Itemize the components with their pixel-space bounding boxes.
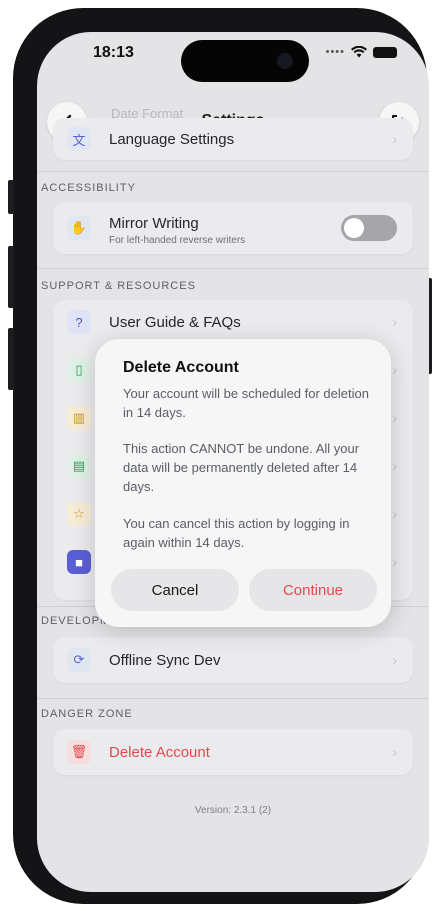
language-settings-row[interactable]: 文 Language Settings › (53, 118, 413, 160)
user-guide-row[interactable]: ? User Guide & FAQs › (53, 300, 413, 344)
chevron-right-icon: › (392, 744, 397, 760)
dialog-title: Delete Account (123, 359, 239, 376)
discord-icon: ■ (67, 550, 91, 574)
status-time: 18:13 (93, 44, 134, 61)
danger-zone-heading: DANGER ZONE (41, 708, 133, 720)
row-label: Offline Sync Dev (109, 651, 221, 669)
delete-account-row[interactable]: 🗑 Delete Account › (53, 730, 413, 774)
help-circle-icon: ? (67, 310, 91, 334)
divider (37, 698, 429, 699)
divider (37, 268, 429, 269)
danger-card: 🗑 Delete Account › (53, 729, 413, 775)
status-icons: •••• (326, 46, 397, 58)
dialog-message-3: You can cancel this action by logging in… (123, 516, 350, 550)
accessibility-heading: ACCESSIBILITY (41, 182, 136, 194)
mirror-writing-label: Mirror Writing (109, 215, 199, 232)
translate-icon: 文 (67, 127, 91, 151)
volume-up-button (8, 246, 14, 308)
row-label: User Guide & FAQs (109, 313, 241, 331)
dialog-message-2: This action CANNOT be undone. All your d… (123, 441, 360, 494)
continue-button[interactable]: Continue (249, 569, 377, 611)
chevron-right-icon: › (392, 652, 397, 668)
battery-icon (373, 46, 397, 58)
signal-dots-icon: •••• (325, 46, 345, 58)
divider (37, 171, 429, 172)
bank-icon: ▥ (67, 406, 91, 430)
chevron-right-icon: › (392, 410, 397, 426)
dynamic-island (181, 40, 309, 82)
trash-icon: 🗑 (67, 740, 91, 764)
version-text: Version: 2.3.1 (2) (194, 805, 272, 816)
row-label: Delete Account (109, 743, 210, 761)
cancel-button[interactable]: Cancel (111, 569, 239, 611)
action-button (8, 180, 14, 214)
camera-icon (277, 53, 293, 69)
chevron-right-icon: › (392, 131, 397, 147)
mirror-writing-toggle[interactable] (341, 215, 397, 241)
wifi-icon (351, 46, 367, 58)
accessibility-card: ✋ Mirror Writing For left-handed reverse… (53, 202, 413, 254)
chevron-right-icon: › (392, 314, 397, 330)
screen: 18:13 •••• Date Format Settings 文 Langua… (37, 32, 429, 892)
mirror-writing-sublabel: For left-handed reverse writers (109, 235, 246, 246)
chevron-right-icon: › (392, 362, 397, 378)
store-icon: ▤ (67, 454, 91, 478)
star-icon: ☆ (67, 502, 91, 526)
row-label: Language Settings (109, 130, 235, 148)
offline-sync-row[interactable]: ⟳ Offline Sync Dev › (53, 638, 413, 682)
book-icon: ▯ (67, 358, 91, 382)
chevron-right-icon: › (392, 554, 397, 570)
dialog-message-1: Your account will be scheduled for delet… (123, 386, 369, 420)
hand-icon: ✋ (67, 216, 91, 240)
sync-icon: ⟳ (67, 648, 91, 672)
development-card: ⟳ Offline Sync Dev › (53, 637, 413, 683)
volume-down-button (8, 328, 14, 390)
chevron-right-icon: › (392, 506, 397, 522)
support-heading: SUPPORT & RESOURCES (41, 280, 196, 292)
delete-account-dialog: Delete Account Your account will be sche… (95, 339, 391, 627)
general-card: 文 Language Settings › (53, 118, 413, 160)
chevron-right-icon: › (392, 458, 397, 474)
toggle-knob (344, 218, 364, 238)
